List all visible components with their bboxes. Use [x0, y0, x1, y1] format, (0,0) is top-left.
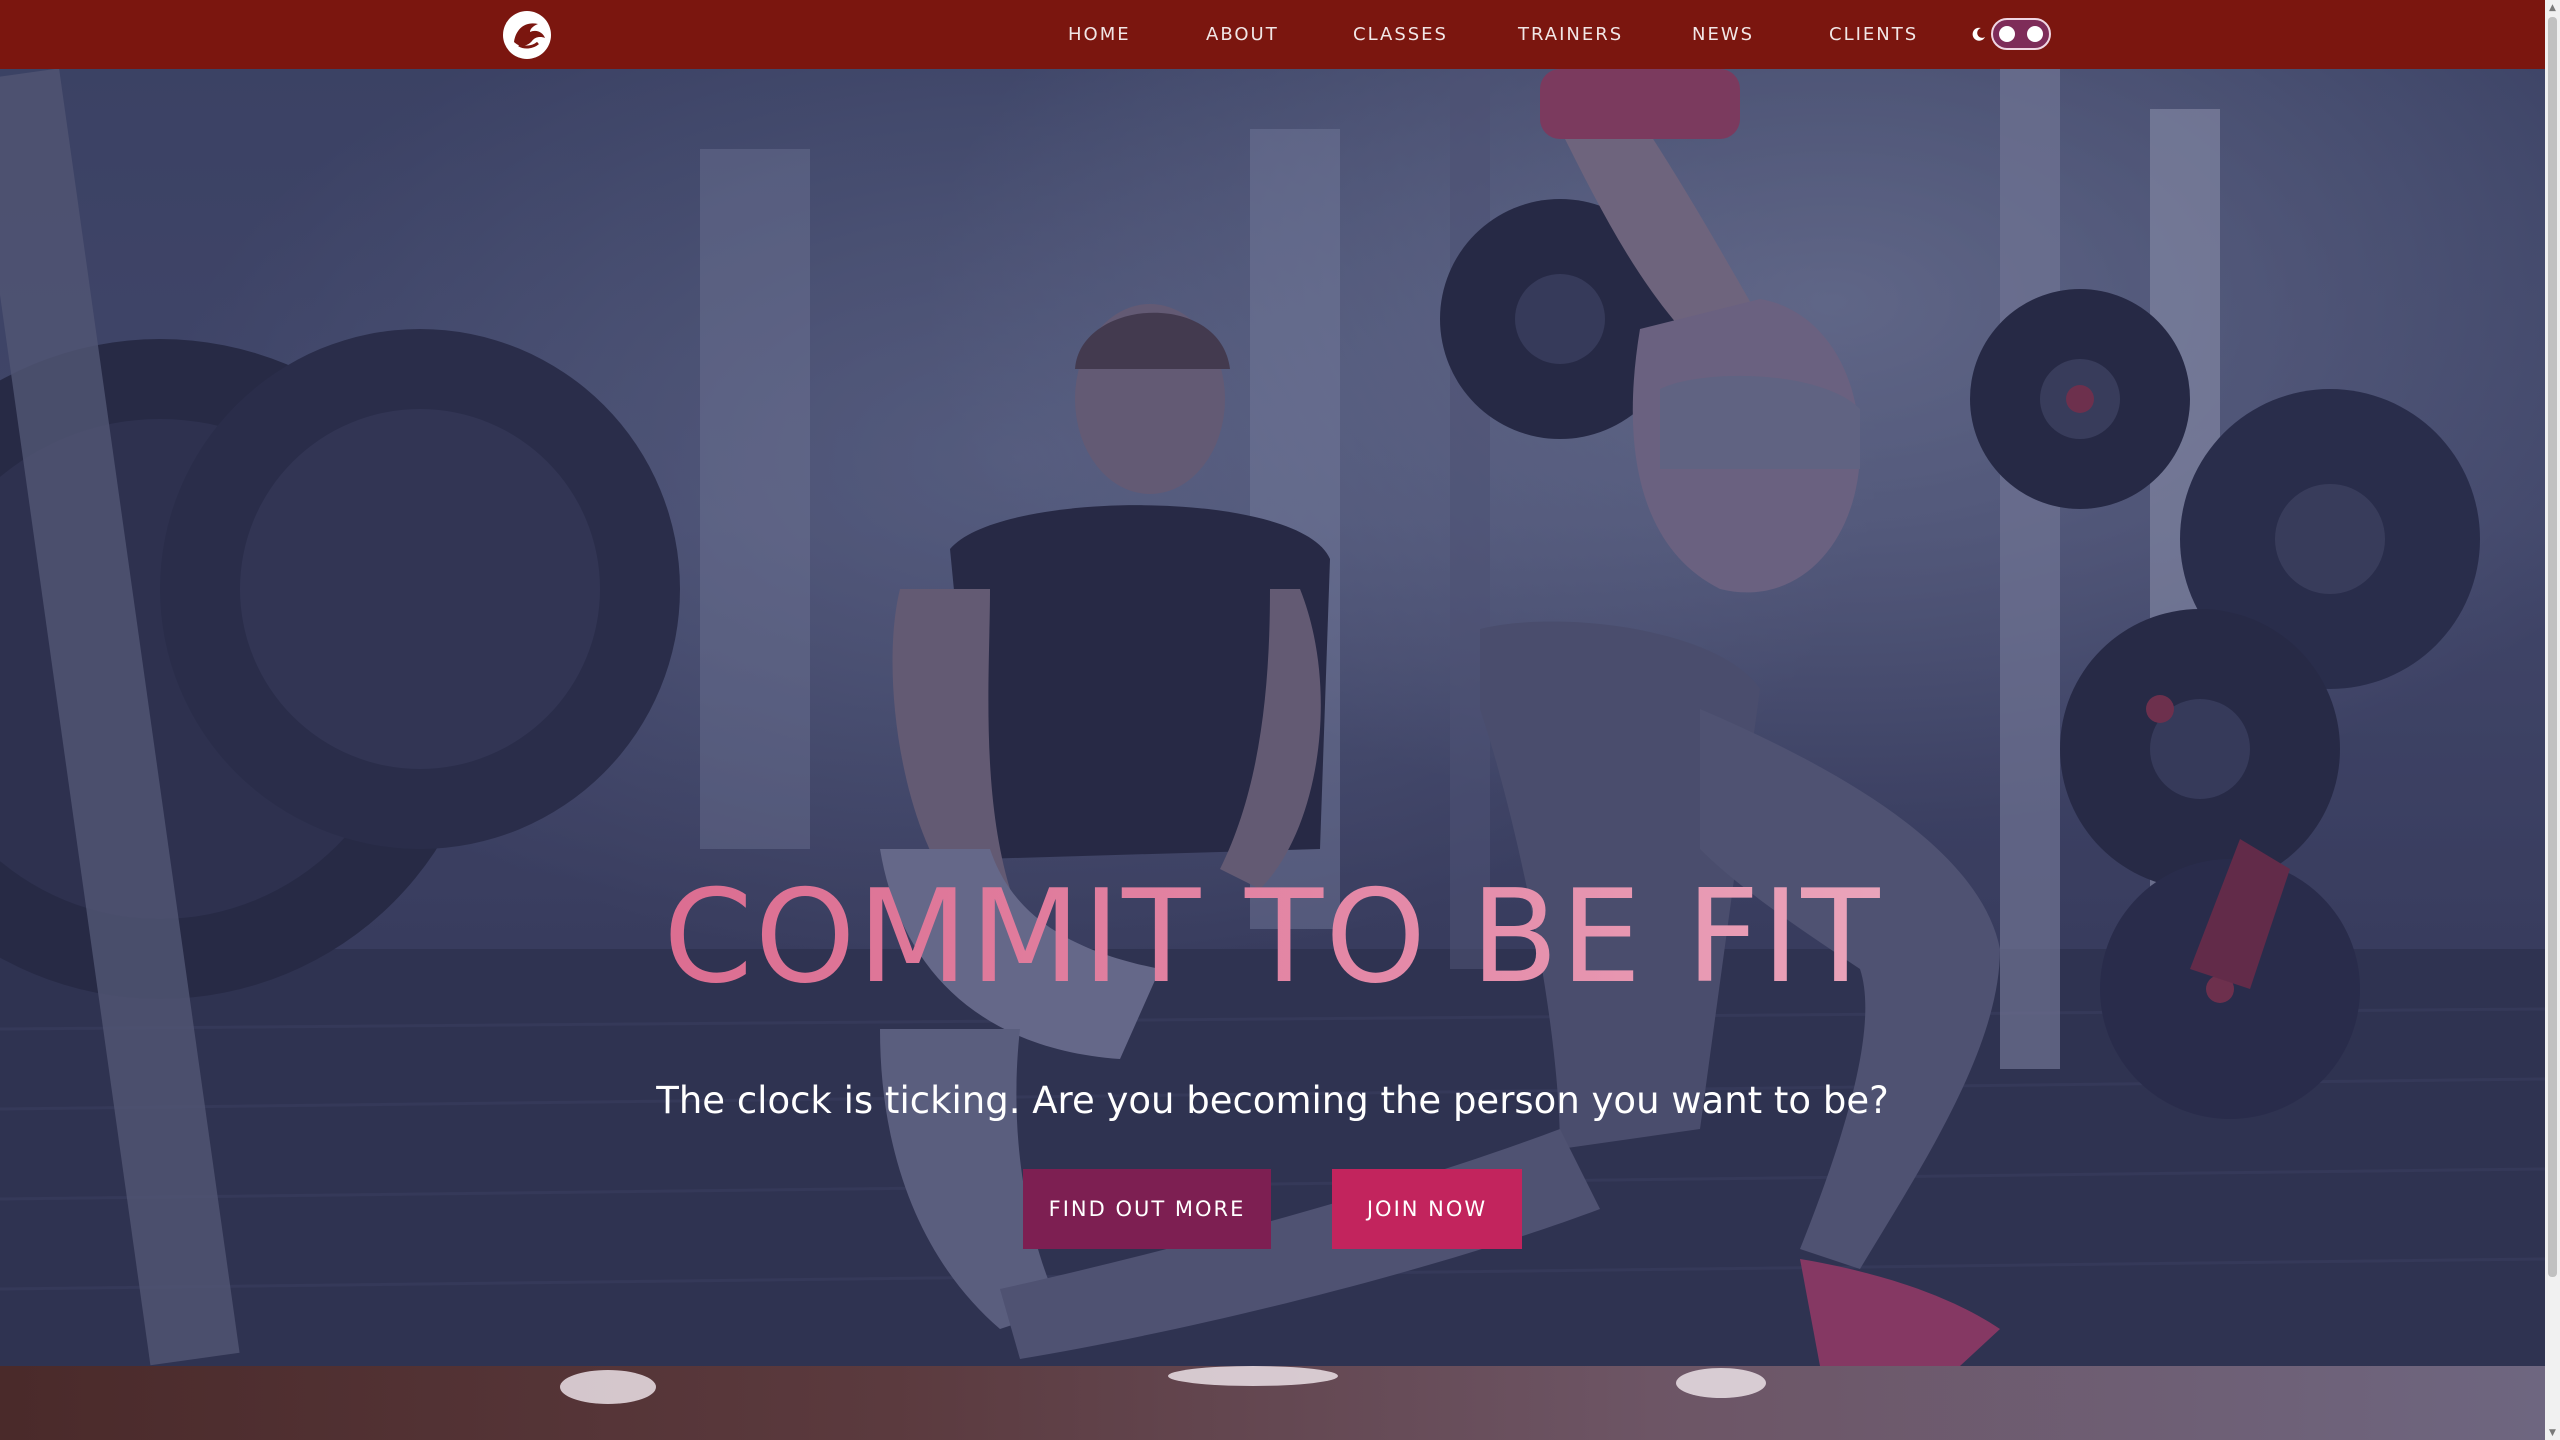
ceiling-light — [560, 1370, 656, 1404]
find-out-more-button[interactable]: FIND OUT MORE — [1023, 1169, 1271, 1249]
ceiling-light — [1168, 1366, 1338, 1386]
moon-icon — [1972, 27, 1985, 41]
hero-subtitle: The clock is ticking. Are you becoming t… — [656, 1079, 1889, 1122]
nav-item-about[interactable]: ABOUT — [1206, 24, 1279, 45]
scroll-down-arrow-icon[interactable]: ▼ — [2545, 1425, 2560, 1440]
fist-logo-icon[interactable] — [500, 8, 554, 62]
page-scrollbar[interactable]: ▲ ▼ — [2545, 0, 2560, 1440]
theme-toggle[interactable] — [1971, 18, 2051, 50]
hero-section: COMMIT TO BE FIT The clock is ticking. A… — [0, 69, 2545, 1366]
join-now-button[interactable]: JOIN NOW — [1332, 1169, 1522, 1249]
scroll-up-arrow-icon[interactable]: ▲ — [2545, 0, 2560, 15]
hero-title: COMMIT TO BE FIT — [0, 874, 2545, 1002]
nav-item-clients[interactable]: CLIENTS — [1829, 24, 1918, 45]
hero-content: COMMIT TO BE FIT The clock is ticking. A… — [0, 69, 2545, 1366]
scroll-thumb[interactable] — [2548, 17, 2557, 1277]
page: HOME ABOUT CLASSES TRAINERS NEWS CLIENTS — [0, 0, 2560, 1440]
toggle-dot-left — [1999, 26, 2015, 42]
nav-item-home[interactable]: HOME — [1068, 24, 1131, 45]
ceiling-light — [1676, 1368, 1766, 1398]
nav-item-news[interactable]: NEWS — [1692, 24, 1754, 45]
theme-toggle-switch[interactable] — [1991, 18, 2051, 50]
nav-item-classes[interactable]: CLASSES — [1353, 24, 1448, 45]
navbar: HOME ABOUT CLASSES TRAINERS NEWS CLIENTS — [0, 0, 2545, 69]
next-section-preview — [0, 1366, 2545, 1440]
toggle-dot-right — [2027, 26, 2043, 42]
nav-item-trainers[interactable]: TRAINERS — [1518, 24, 1623, 45]
